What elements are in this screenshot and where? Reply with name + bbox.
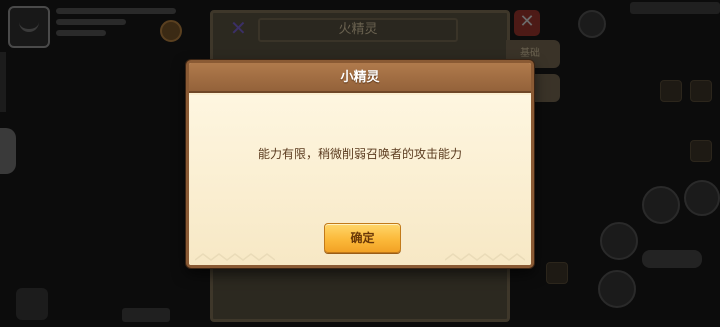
menu-icon	[578, 10, 606, 38]
dialog-title: 小精灵	[340, 70, 380, 85]
dialog-message: 能力有限，稍微削弱召唤者的攻击能力	[257, 147, 462, 161]
ornament-right-icon	[445, 253, 525, 261]
skill-nature-icon	[684, 180, 720, 216]
bottom-left-icon	[16, 288, 48, 320]
background-panel-title: 火精灵	[258, 18, 458, 42]
left-side-tab[interactable]	[0, 128, 16, 174]
ornament-left-icon	[195, 253, 275, 261]
bottom-status-chip	[122, 308, 170, 322]
player-avatar[interactable]	[8, 6, 50, 48]
sprite-dialog: 小精灵 能力有限，稍微削弱召唤者的攻击能力 确定	[186, 60, 534, 268]
skill-dark-icon	[598, 270, 636, 308]
grid-icon	[690, 80, 712, 102]
bag-icon	[660, 80, 682, 102]
confirm-button[interactable]: 确定	[324, 223, 401, 253]
coin-icon	[160, 20, 182, 42]
right-sidebar	[546, 0, 720, 327]
attack-button	[642, 250, 702, 268]
left-panel-edge	[0, 52, 6, 112]
close-x-icon: ✕	[230, 16, 247, 40]
potion-icon	[546, 262, 568, 284]
background-close-button: ✕	[514, 10, 540, 36]
skill-fire-icon	[642, 186, 680, 224]
task-icon	[690, 140, 712, 162]
resource-bar	[630, 2, 720, 14]
skill-water-icon	[600, 222, 638, 260]
